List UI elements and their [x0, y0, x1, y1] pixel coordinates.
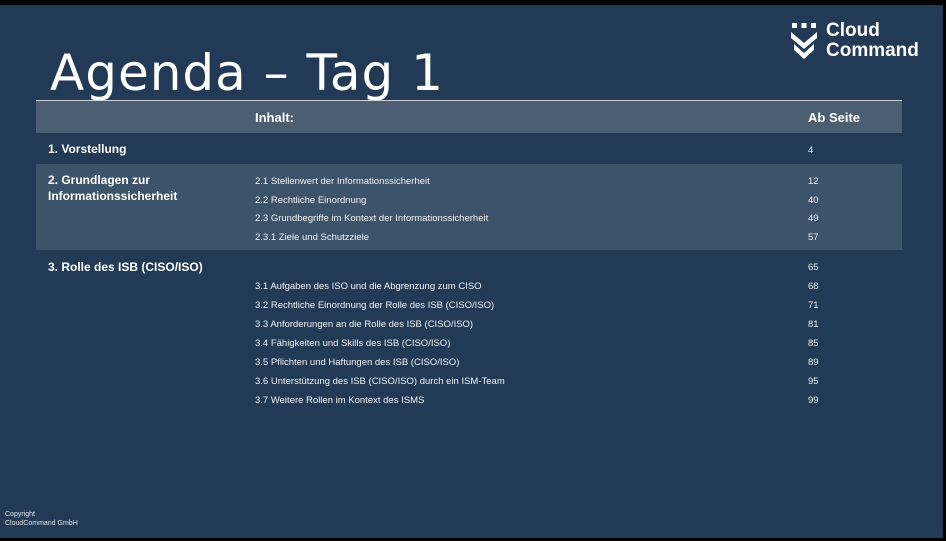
- column-header-content: Inhalt:: [255, 110, 294, 125]
- list-item-page: 99: [808, 395, 819, 406]
- copyright-line2: CloudCommand GmbH: [5, 520, 78, 527]
- section-page: 65: [808, 262, 819, 273]
- list-item-page: 95: [808, 376, 819, 387]
- list-item-page: 68: [808, 281, 819, 292]
- list-item-page: 71: [808, 300, 819, 311]
- list-item: 2.3 Grundbegriffe im Kontext der Informa…: [255, 213, 489, 224]
- list-item-page: 49: [808, 213, 819, 224]
- list-item-page: 40: [808, 195, 819, 206]
- logo-line-cloud: Cloud: [826, 20, 880, 41]
- logo: Cloud Command: [790, 21, 919, 63]
- table-header-band: [36, 101, 902, 133]
- section-page: 4: [808, 145, 814, 156]
- section-title: 1. Vorstellung: [48, 142, 127, 156]
- list-item-page: 89: [808, 357, 819, 368]
- logo-wordmark: Cloud Command: [826, 21, 919, 61]
- list-item-page: 12: [808, 176, 819, 187]
- cloudcommand-shield-icon: [791, 23, 817, 59]
- list-item-page: 85: [808, 338, 819, 349]
- list-item: 3.5 Pflichten und Haftungen des ISB (CIS…: [255, 357, 460, 368]
- slide: Agenda – Tag 1 Cloud Command Inhalt: Ab …: [0, 5, 943, 538]
- section-title-line2: Informationssicherheit: [48, 189, 178, 203]
- copyright-line1: Copyright: [5, 511, 35, 518]
- page-title: Agenda – Tag 1: [50, 44, 444, 102]
- list-item: 3.2 Rechtliche Einordnung der Rolle des …: [255, 300, 495, 311]
- list-item-page: 57: [808, 232, 819, 243]
- section-title: 3. Rolle des ISB (CISO/ISO): [48, 260, 203, 274]
- list-item: 3.7 Weitere Rollen im Kontext des ISMS: [255, 395, 425, 406]
- list-item: 3.1 Aufgaben des ISO und die Abgrenzung …: [255, 281, 482, 292]
- section-title-line1: 2. Grundlagen zur: [48, 173, 151, 187]
- copyright: Copyright CloudCommand GmbH: [5, 510, 78, 528]
- column-header-page: Ab Seite: [808, 110, 861, 125]
- list-item: 3.6 Unterstützung des ISB (CISO/ISO) dur…: [255, 376, 505, 387]
- list-item: 2.3.1 Ziele und Schutzziele: [255, 232, 370, 243]
- list-item-page: 81: [808, 319, 819, 330]
- list-item: 2.1 Stellenwert der Informationssicherhe…: [255, 176, 430, 187]
- logo-line-command: Command: [826, 40, 919, 61]
- list-item: 3.4 Fähigkeiten und Skills des ISB (CISO…: [255, 338, 451, 349]
- section-2-band: [36, 164, 902, 250]
- list-item: 3.3 Anforderungen an die Rolle des ISB (…: [255, 319, 474, 330]
- list-item: 2.2 Rechtliche Einordnung: [255, 195, 367, 206]
